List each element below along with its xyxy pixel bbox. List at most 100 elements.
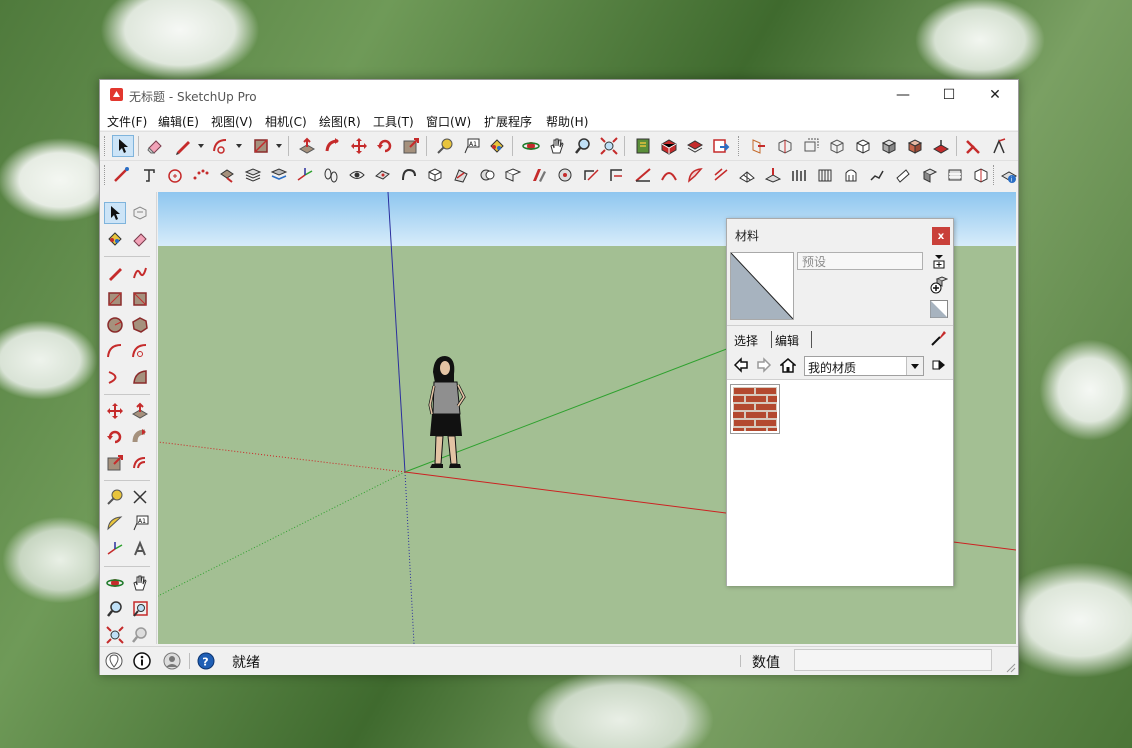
offset-button[interactable] <box>216 164 238 186</box>
menu-extensions[interactable]: 扩展程序 <box>484 113 532 130</box>
orbit-button[interactable] <box>520 135 542 157</box>
zoom-button[interactable] <box>104 598 126 620</box>
menu-draw[interactable]: 绘图(R) <box>319 113 361 130</box>
follow-me-button[interactable] <box>129 426 151 448</box>
toolbar-grip[interactable] <box>993 165 997 185</box>
forward-button[interactable] <box>755 356 773 374</box>
extension-manager-button[interactable] <box>684 135 706 157</box>
sandbox-scratch-button[interactable] <box>736 164 758 186</box>
layers-button[interactable] <box>242 164 264 186</box>
scale-tool-button[interactable] <box>400 135 422 157</box>
paint-face-button[interactable] <box>892 164 914 186</box>
paint-bucket-button[interactable] <box>486 135 508 157</box>
arc-3pt-button[interactable] <box>104 366 126 388</box>
arc-dropdown-arrow[interactable] <box>236 144 242 148</box>
rotated-rectangle-button[interactable] <box>129 288 151 310</box>
join-button[interactable] <box>962 135 984 157</box>
3d-text-button[interactable] <box>129 538 151 560</box>
panel-header[interactable]: 材料 x <box>727 219 953 249</box>
tab-select[interactable]: 选择 <box>734 332 758 349</box>
material-name-field[interactable] <box>797 252 923 270</box>
walk-button[interactable] <box>320 164 342 186</box>
arc-2pt-button[interactable] <box>129 340 151 362</box>
sun-shadows-button[interactable] <box>918 164 940 186</box>
pie-button[interactable] <box>684 164 706 186</box>
axes-button[interactable] <box>104 538 126 560</box>
shaded-button[interactable] <box>878 135 900 157</box>
back-button[interactable] <box>732 356 750 374</box>
toolbar-grip[interactable] <box>104 165 108 185</box>
panel-close-button[interactable]: x <box>932 227 950 245</box>
solid-split-button[interactable] <box>528 164 550 186</box>
line-dropdown-arrow[interactable] <box>198 144 204 148</box>
zoom-button[interactable] <box>572 135 594 157</box>
paint-bucket-button[interactable] <box>104 228 126 250</box>
freehand-button[interactable] <box>129 262 151 284</box>
dropdown-toggle[interactable] <box>906 357 923 375</box>
default-material-button[interactable] <box>930 300 948 318</box>
fog-button[interactable] <box>944 164 966 186</box>
protractor-button[interactable] <box>104 512 126 534</box>
pan-button[interactable] <box>546 135 568 157</box>
rotate-tool-button[interactable] <box>104 426 126 448</box>
minimize-button[interactable]: — <box>880 80 926 110</box>
zoom-extents-button[interactable] <box>104 624 126 646</box>
move-tool-button[interactable] <box>104 400 126 422</box>
circle-button[interactable] <box>164 164 186 186</box>
3d-text-button[interactable] <box>138 164 160 186</box>
rectangle-dropdown-arrow[interactable] <box>276 144 282 148</box>
help-icon[interactable]: ? <box>197 652 215 670</box>
smoove-button[interactable] <box>762 164 784 186</box>
make-component-button[interactable] <box>424 164 446 186</box>
curve-button[interactable] <box>190 164 212 186</box>
geo-location-icon[interactable] <box>105 652 123 670</box>
close-button[interactable]: ✕ <box>972 80 1018 110</box>
send-to-layout-button[interactable] <box>710 135 732 157</box>
intersect-button[interactable] <box>580 164 602 186</box>
line-tool-button[interactable] <box>104 262 126 284</box>
title-bar[interactable]: 无标题 - SketchUp Pro — ☐ ✕ <box>100 80 1018 110</box>
line-tool-button[interactable] <box>172 135 194 157</box>
protractor-button[interactable] <box>632 164 654 186</box>
create-material-button[interactable] <box>930 276 948 294</box>
select-tool-button[interactable] <box>104 202 126 224</box>
menu-tools[interactable]: 工具(T) <box>373 113 414 130</box>
menu-file[interactable]: 文件(F) <box>107 113 147 130</box>
rotate-tool-button[interactable] <box>374 135 396 157</box>
measurements-input[interactable] <box>794 649 992 671</box>
freehand-button[interactable] <box>110 164 132 186</box>
back-edges-button[interactable] <box>800 135 822 157</box>
drape-button[interactable] <box>814 164 836 186</box>
pan-button[interactable] <box>129 572 151 594</box>
position-camera-button[interactable] <box>372 164 394 186</box>
select-tool-button[interactable] <box>112 135 134 157</box>
rectangle-tool-button[interactable] <box>250 135 272 157</box>
extension-warehouse-button[interactable] <box>658 135 680 157</box>
offset-button[interactable] <box>129 452 151 474</box>
previous-view-button[interactable] <box>129 624 151 646</box>
hidden-line-button[interactable] <box>852 135 874 157</box>
circle-button[interactable] <box>104 314 126 336</box>
dimension-button[interactable] <box>606 164 628 186</box>
monochrome-button[interactable] <box>930 135 952 157</box>
zoom-extents-button[interactable] <box>598 135 620 157</box>
menu-view[interactable]: 视图(V) <box>211 113 253 130</box>
home-button[interactable] <box>779 356 797 374</box>
make-component-button[interactable] <box>129 202 151 224</box>
toolbar-grip[interactable] <box>104 136 108 156</box>
dimension-button[interactable] <box>129 486 151 508</box>
look-around-button[interactable] <box>346 164 368 186</box>
menu-help[interactable]: 帮助(H) <box>546 113 588 130</box>
material-swatch[interactable] <box>730 384 780 434</box>
tab-edit[interactable]: 编辑 <box>775 332 799 349</box>
solid-subtract-button[interactable] <box>476 164 498 186</box>
solid-union-button[interactable] <box>450 164 472 186</box>
soften-edges-button[interactable] <box>398 164 420 186</box>
xray-view-button[interactable] <box>774 135 796 157</box>
orbit-button[interactable] <box>104 572 126 594</box>
maximize-button[interactable]: ☐ <box>926 80 972 110</box>
sandbox-button[interactable] <box>988 135 1010 157</box>
axes-button[interactable] <box>294 164 316 186</box>
eraser-tool-button[interactable] <box>144 135 166 157</box>
move-tool-button[interactable] <box>348 135 370 157</box>
